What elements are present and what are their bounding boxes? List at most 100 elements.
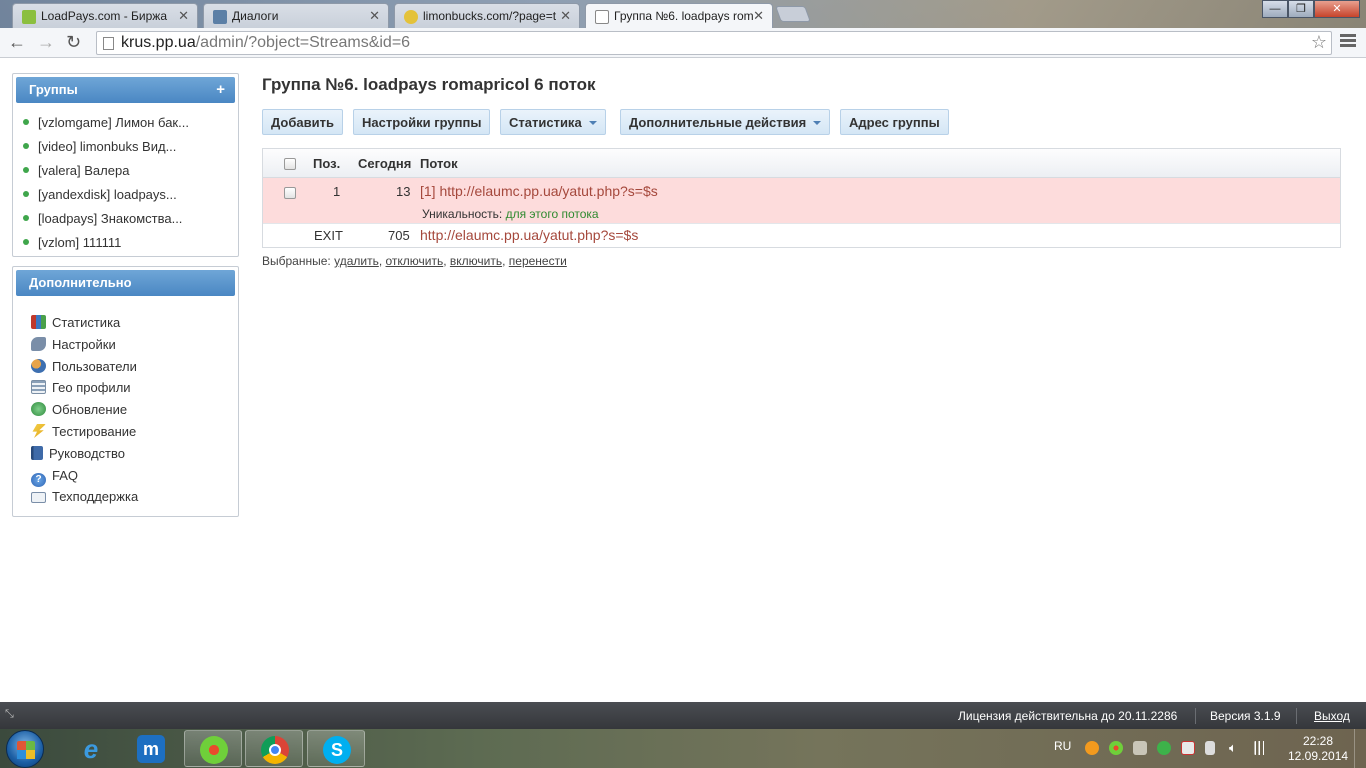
taskbar-skype[interactable]: S xyxy=(307,730,365,767)
address-bar[interactable]: krus.pp.ua/admin/?object=Streams&id=6 ☆ xyxy=(96,31,1332,55)
more-actions-dropdown-button[interactable]: Дополнительные действия xyxy=(620,109,831,135)
sidebar-item-manual[interactable]: Руководство xyxy=(13,443,238,465)
add-button[interactable]: Добавить xyxy=(262,109,343,135)
shield-check-icon[interactable] xyxy=(1157,741,1171,755)
wrench-icon xyxy=(31,336,46,351)
sidebar-item-settings[interactable]: Настройки xyxy=(13,334,238,356)
sidebar-group-item[interactable]: [yandexdisk] loadpays... xyxy=(13,182,238,206)
device-icon[interactable] xyxy=(1205,741,1215,755)
uniqueness-line: Уникальность: для этого потока xyxy=(422,207,599,221)
sidebar-group-item[interactable]: [vzlomgame] Лимон бак... xyxy=(13,110,238,134)
groups-title: Группы xyxy=(29,82,78,97)
tab-title: Группа №6. loadpays rom xyxy=(614,9,754,23)
tab-loadpays[interactable]: LoadPays.com - Биржа ✕ xyxy=(12,3,198,28)
reload-icon[interactable]: ↻ xyxy=(66,32,81,53)
stream-link[interactable]: http://elaumc.pp.ua/yatut.php?s=$s xyxy=(420,227,638,243)
tab-title: LoadPays.com - Биржа xyxy=(41,9,167,23)
sidebar-group-item[interactable]: [loadpays] Знакомства... xyxy=(13,206,238,230)
icq-flower-icon xyxy=(200,736,228,764)
back-arrow-icon[interactable]: ← xyxy=(8,32,26,53)
maximize-button[interactable]: ❐ xyxy=(1288,0,1314,18)
sidebar-item-statistics[interactable]: Статистика xyxy=(13,312,238,334)
taskbar-ie[interactable]: e xyxy=(62,730,120,767)
group-address-button[interactable]: Адрес группы xyxy=(840,109,949,135)
tab-limonbucks[interactable]: limonbucks.com/?page=t ✕ xyxy=(394,3,580,28)
browser-toolbar: ← → ↻ krus.pp.ua/admin/?object=Streams&i… xyxy=(0,28,1366,58)
close-icon[interactable]: ✕ xyxy=(560,8,571,24)
sidebar-item-geo[interactable]: Гео профили xyxy=(13,377,238,399)
stream-link[interactable]: [1] http://elaumc.pp.ua/yatut.php?s=$s xyxy=(420,183,658,199)
signal-icon[interactable] xyxy=(1253,741,1267,755)
lightning-icon xyxy=(32,423,46,438)
clock-date: 12.09.2014 xyxy=(1288,749,1349,763)
header-today: Сегодня xyxy=(358,156,412,171)
bulk-enable-link[interactable]: включить xyxy=(450,254,502,268)
taskbar-icq[interactable] xyxy=(184,730,242,767)
bulk-disable-link[interactable]: отключить xyxy=(386,254,444,268)
flag-error-icon[interactable] xyxy=(1181,741,1195,755)
row-position: 1 xyxy=(333,184,341,199)
internet-explorer-icon: e xyxy=(83,734,99,764)
language-indicator[interactable]: RU xyxy=(1054,739,1071,753)
minimize-button[interactable]: — xyxy=(1262,0,1288,18)
windows-taskbar: e m S RU 🔈︎ 22:28 12.09.2014 xyxy=(0,729,1366,768)
bulk-delete-link[interactable]: удалить xyxy=(334,254,379,268)
table-row[interactable]: 1 13 [1] http://elaumc.pp.ua/yatut.php?s… xyxy=(263,178,1340,224)
sidebar-group-item[interactable]: [video] limonbuks Вид... xyxy=(13,134,238,158)
icq-tray-icon[interactable] xyxy=(1109,741,1123,755)
table-header: Поз. Сегодня Поток xyxy=(263,149,1340,178)
sidebar-item-testing[interactable]: Тестирование xyxy=(13,421,238,443)
table-row-exit[interactable]: EXIT 705 http://elaumc.pp.ua/yatut.php?s… xyxy=(263,224,1340,247)
globe-icon xyxy=(31,402,46,417)
close-icon[interactable]: ✕ xyxy=(178,8,189,24)
sidebar-item-update[interactable]: Обновление xyxy=(13,399,238,421)
active-dot-icon xyxy=(23,143,29,149)
license-text: Лицензия действительна до 20.11.2286 xyxy=(958,709,1178,723)
tab-current-group[interactable]: Группа №6. loadpays rom ✕ xyxy=(585,3,773,28)
new-tab-button[interactable] xyxy=(775,6,811,22)
close-icon[interactable]: ✕ xyxy=(753,8,764,24)
volume-icon[interactable]: 🔈︎ xyxy=(1229,741,1243,755)
taskbar-chrome[interactable] xyxy=(245,730,303,767)
windows-logo-icon xyxy=(17,741,35,759)
resize-icon[interactable]: ⤡ xyxy=(5,708,14,721)
chrome-icon xyxy=(261,736,289,764)
bulk-move-link[interactable]: перенести xyxy=(509,254,567,268)
browser-menu-icon[interactable] xyxy=(1340,34,1356,49)
help-icon: ? xyxy=(31,472,46,487)
tab-dialogs[interactable]: Диалоги ✕ xyxy=(203,3,389,28)
page-icon xyxy=(103,37,114,50)
sidebar-item-users[interactable]: Пользователи xyxy=(13,356,238,378)
close-icon[interactable]: ✕ xyxy=(369,8,380,24)
row-today-count: 705 xyxy=(388,228,410,243)
bookmark-star-icon[interactable]: ☆ xyxy=(1311,32,1327,53)
url-path: /admin/?object=Streams&id=6 xyxy=(195,34,411,51)
sidebar-group-item[interactable]: [valera] Валера xyxy=(13,158,238,182)
limonbucks-favicon-icon xyxy=(404,10,418,24)
group-settings-button[interactable]: Настройки группы xyxy=(353,109,491,135)
close-window-button[interactable]: ✕ xyxy=(1314,0,1360,18)
divider xyxy=(1195,708,1196,724)
add-group-button[interactable]: + xyxy=(216,81,225,98)
active-dot-icon xyxy=(23,191,29,197)
sidebar-item-faq[interactable]: ? FAQ xyxy=(13,465,238,487)
active-dot-icon xyxy=(23,215,29,221)
row-checkbox[interactable] xyxy=(284,187,296,199)
clock-time: 22:28 xyxy=(1302,734,1334,748)
sidebar-group-item[interactable]: [vzlom] 111111 xyxy=(13,230,238,254)
network-share-icon[interactable] xyxy=(1133,741,1147,755)
update-icon[interactable] xyxy=(1085,741,1099,755)
extra-panel: Дополнительно Статистика Настройки Польз… xyxy=(12,266,239,517)
forward-arrow-icon[interactable]: → xyxy=(37,32,55,53)
statistics-dropdown-button[interactable]: Статистика xyxy=(500,109,606,135)
sidebar-item-support[interactable]: Техподдержка xyxy=(13,486,238,508)
select-all-checkbox[interactable] xyxy=(284,158,296,170)
show-desktop-button[interactable] xyxy=(1354,729,1366,768)
taskbar-maxthon[interactable]: m xyxy=(122,730,180,767)
logout-link[interactable]: Выход xyxy=(1314,709,1350,723)
header-stream: Поток xyxy=(420,156,458,171)
system-clock[interactable]: 22:28 12.09.2014 xyxy=(1288,734,1348,764)
table-icon xyxy=(31,380,46,395)
extra-panel-header: Дополнительно xyxy=(16,270,235,296)
start-button[interactable] xyxy=(6,730,44,768)
